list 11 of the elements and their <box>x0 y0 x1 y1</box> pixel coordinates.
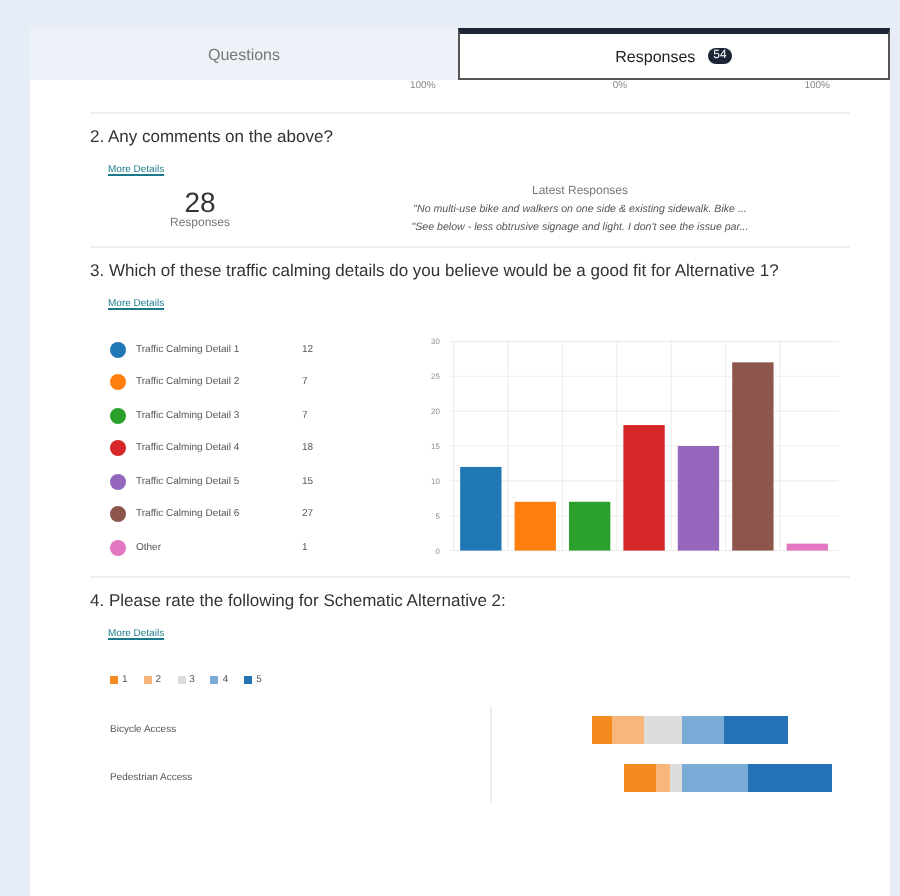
bar <box>459 466 502 551</box>
question-title: 4. Please rate the following for Schematic Alternative 2: <box>90 590 508 610</box>
question-title: 3. Which of these traffic calming details do you believe would be a good fit for Alternative 1? <box>90 260 781 280</box>
question-title: 2. Any comments on the above? <box>90 126 335 146</box>
bar <box>677 446 719 551</box>
tab[interactable]: Questions <box>30 28 458 80</box>
response-count: 28 <box>184 186 216 218</box>
bar <box>514 501 556 551</box>
bar <box>786 543 828 551</box>
bar <box>623 425 665 551</box>
bar <box>568 501 611 551</box>
